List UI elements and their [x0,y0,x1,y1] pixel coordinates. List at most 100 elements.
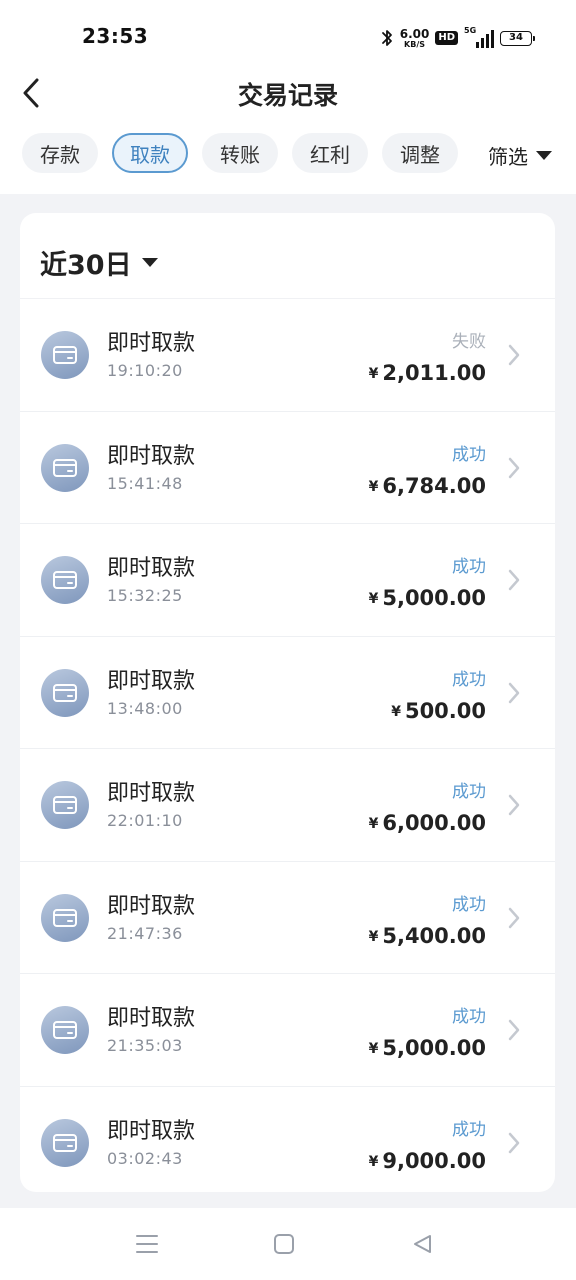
filter-label: 筛选 [488,144,528,169]
transaction-title: 即时取款 [107,893,196,919]
transaction-row[interactable]: 即时取款 21:35:03 成功 ¥5,000.00 [20,974,555,1087]
card-icon [41,1006,89,1054]
transaction-row[interactable]: 即时取款 19:10:20 失败 ¥2,011.00 [20,299,555,412]
card-icon [41,443,89,492]
transaction-status: 成功 [452,1007,486,1027]
back-triangle-icon [414,1235,431,1253]
transaction-title: 即时取款 [107,1118,196,1144]
menu-icon [136,1235,158,1253]
home-square-icon [274,1234,294,1254]
tab-label: 存款 [40,142,80,167]
menu-button[interactable] [133,1230,161,1258]
transaction-time: 03:02:43 [107,1148,183,1168]
chevron-right-icon [508,794,520,816]
transaction-time: 15:41:48 [107,473,183,493]
signal-icon: 5G [464,26,494,48]
transaction-row[interactable]: 即时取款 22:01:10 成功 ¥6,000.00 [20,749,555,862]
system-nav-bar [0,1208,576,1280]
net-speed: 6.00 KB/S [400,28,430,49]
transaction-list: 即时取款 19:10:20 失败 ¥2,011.00 即时取款 15:41:48 成功 ¥6,… [20,299,555,1192]
amount-value: 6,000.00 [382,811,486,835]
tab-withdraw[interactable]: 取款 [112,133,188,173]
amount-value: 5,400.00 [382,923,486,948]
tab-label: 调整 [400,142,440,167]
chevron-right-icon [508,569,520,591]
transaction-time: 13:48:00 [107,698,183,718]
transaction-status: 成功 [452,782,486,802]
amount-value: 9,000.00 [382,1148,486,1173]
signal-label: 5G [464,26,477,35]
transaction-row[interactable]: 即时取款 13:48:00 成功 ¥500.00 [20,637,555,749]
tab-adjust[interactable]: 调整 [382,133,458,173]
caret-down-icon [536,150,552,160]
currency-symbol: ¥ [368,928,379,945]
card-icon [41,668,89,717]
currency-symbol: ¥ [368,591,379,607]
caret-down-icon [141,258,158,267]
transaction-row[interactable]: 即时取款 15:32:25 成功 ¥5,000.00 [20,524,555,637]
transaction-time: 22:01:10 [107,811,183,830]
card-icon [41,1118,89,1167]
currency-symbol: ¥ [368,816,379,832]
transaction-amount: ¥5,400.00 [369,924,486,948]
battery-level: 34 [509,32,523,43]
chevron-right-icon [508,457,520,478]
tab-transfer[interactable]: 转账 [202,133,278,173]
status-time: 23:53 [82,24,149,48]
currency-symbol: ¥ [391,703,401,720]
transaction-title: 即时取款 [107,331,196,356]
transaction-amount: ¥6,784.00 [369,474,486,498]
transaction-amount: ¥5,000.00 [369,586,486,610]
transaction-amount: ¥6,000.00 [369,811,486,835]
transaction-amount: ¥500.00 [391,699,486,723]
signal-bars [476,30,494,48]
home-button[interactable] [270,1230,298,1258]
back-nav-button[interactable] [408,1230,436,1258]
transaction-amount: ¥5,000.00 [369,1036,486,1060]
type-tabs: 存款 取款 转账 红利 调整 [22,133,458,175]
card-icon [41,781,89,829]
transaction-time: 15:32:25 [107,586,183,605]
chevron-right-icon [508,682,520,703]
card-icon [41,331,89,379]
tab-bonus[interactable]: 红利 [292,133,368,173]
chevron-right-icon [508,344,520,366]
currency-symbol: ¥ [368,478,379,495]
period-selector[interactable]: 近30日 [40,243,158,282]
chevron-right-icon [508,1019,520,1041]
transaction-status: 成功 [452,557,486,577]
status-bar: 23:53 6.00 KB/S HD 5G 34 [0,0,576,72]
bluetooth-icon [381,30,392,46]
transaction-amount: ¥2,011.00 [369,361,486,385]
net-speed-unit: KB/S [404,39,426,49]
page-title: 交易记录 [237,81,338,110]
card-icon [41,893,89,942]
currency-symbol: ¥ [368,366,379,382]
transaction-row[interactable]: 即时取款 21:47:36 成功 ¥5,400.00 [20,862,555,974]
chevron-right-icon [508,1132,520,1153]
period-label: 近30日 [40,250,132,281]
transaction-status: 成功 [452,1119,486,1140]
header: 交易记录 [0,66,576,120]
transaction-time: 21:35:03 [107,1036,183,1055]
net-speed-value: 6.00 [399,26,430,41]
transaction-row[interactable]: 即时取款 03:02:43 成功 ¥9,000.00 [20,1087,555,1193]
transaction-status: 成功 [452,669,486,690]
transaction-card: 近30日 即时取款 19:10:20 失败 ¥2,011.00 即时取款 15:41:48… [20,213,555,1192]
transaction-title: 即时取款 [107,781,196,806]
tab-label: 取款 [130,142,170,167]
transaction-row[interactable]: 即时取款 15:41:48 成功 ¥6,784.00 [20,412,555,524]
amount-value: 5,000.00 [382,586,486,610]
tab-label: 转账 [220,142,260,167]
tab-deposit[interactable]: 存款 [22,133,98,173]
hd-icon: HD [435,31,458,45]
transaction-title: 即时取款 [107,443,196,469]
currency-symbol: ¥ [368,1153,379,1170]
tab-label: 红利 [310,142,350,167]
filter-button[interactable]: 筛选 [488,140,552,170]
amount-value: 500.00 [404,698,486,723]
transaction-title: 即时取款 [107,668,196,694]
amount-value: 2,011.00 [382,361,486,385]
transaction-title: 即时取款 [107,556,196,581]
transaction-status: 成功 [452,444,486,465]
